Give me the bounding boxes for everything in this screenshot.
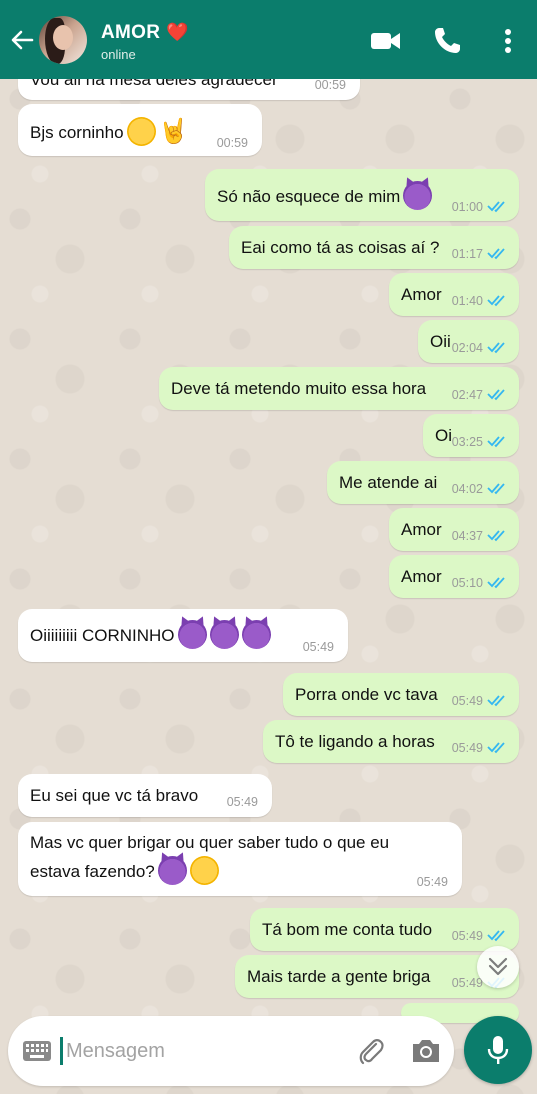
message-outgoing[interactable]: Amor 05:10 (389, 555, 519, 598)
message-text: Tô te ligando a horas (275, 732, 435, 751)
mic-icon (487, 1036, 509, 1064)
message-outgoing[interactable]: Oi 03:25 (423, 414, 519, 457)
more-vert-icon[interactable] (491, 24, 525, 58)
message-time: 04:37 (451, 529, 483, 543)
message-text: Amor (401, 567, 442, 586)
message-text: Me atende ai (339, 473, 438, 492)
attach-icon[interactable] (356, 1036, 386, 1066)
message-outgoing[interactable]: Tá bom me conta tudo 05:49 (250, 908, 519, 951)
heart-emoji: ❤️ (166, 22, 189, 42)
contact-avatar[interactable] (39, 16, 87, 64)
voice-message-button[interactable] (464, 1016, 532, 1084)
camera-icon[interactable] (409, 1036, 443, 1066)
kissing-face-emoji (126, 117, 156, 146)
double-check-icon (487, 695, 505, 707)
message-time: 05:49 (416, 875, 448, 889)
video-call-icon[interactable] (369, 24, 403, 58)
double-check-icon (487, 930, 505, 942)
message-list[interactable]: Vou ali na mesa deles agradecer 00:59 Bj… (0, 0, 537, 1094)
double-chevron-down-icon (488, 957, 508, 976)
text-cursor (60, 1037, 63, 1065)
message-incoming[interactable]: Oiiiiiiiii CORNINHO 05:49 (18, 609, 348, 662)
message-text: Mais tarde a gente briga (247, 967, 431, 986)
message-time: 00:59 (216, 136, 248, 150)
double-check-icon (487, 295, 505, 307)
chat-header: AMOR ❤️ online (0, 0, 537, 79)
message-time: 02:47 (451, 388, 483, 402)
message-time: 00:59 (314, 78, 346, 92)
message-incoming[interactable]: Eu sei que vc tá bravo 05:49 (18, 774, 272, 817)
contact-name-text: AMOR (101, 22, 161, 43)
message-incoming[interactable]: Mas vc quer brigar ou quer saber tudo o … (18, 822, 462, 896)
keyboard-icon[interactable] (22, 1040, 52, 1062)
message-time: 05:49 (451, 694, 483, 708)
smiling-devil-emoji (177, 620, 207, 649)
message-time: 05:10 (451, 576, 483, 590)
message-time: 05:49 (451, 741, 483, 755)
message-time: 03:25 (451, 435, 483, 449)
back-arrow-icon[interactable] (8, 26, 36, 54)
message-text: Eu sei que vc tá bravo (30, 786, 199, 805)
message-time: 01:17 (451, 247, 483, 261)
message-text: Oi (435, 426, 452, 445)
message-outgoing[interactable]: Deve tá metendo muito essa hora 02:47 (159, 367, 519, 410)
message-time: 05:49 (226, 795, 258, 809)
smiling-devil-emoji (209, 620, 239, 649)
message-time: 05:49 (451, 929, 483, 943)
message-text: Eai como tá as coisas aí ? (241, 238, 440, 257)
message-outgoing[interactable]: Me atende ai 04:02 (327, 461, 519, 504)
message-time: 04:02 (451, 482, 483, 496)
message-outgoing[interactable]: Tô te ligando a horas 05:49 (263, 720, 519, 763)
message-text: Mas vc quer brigar ou quer saber tudo o … (30, 833, 390, 852)
smiling-devil-emoji (241, 620, 271, 649)
message-time: 01:40 (451, 294, 483, 308)
message-text: Tá bom me conta tudo (262, 920, 433, 939)
message-outgoing[interactable]: Amor 01:40 (389, 273, 519, 316)
message-composer (8, 1016, 454, 1086)
message-outgoing[interactable]: Amor 04:37 (389, 508, 519, 551)
double-check-icon (487, 248, 505, 260)
horns-hand-emoji: 🤘 (158, 118, 189, 145)
message-text: Amor (401, 520, 442, 539)
avatar-face (53, 25, 73, 50)
message-time: 01:00 (451, 200, 483, 214)
message-incoming[interactable]: Bjs corninho 🤘 00:59 (18, 104, 262, 156)
message-text: Oiiiiiiiii CORNINHO (30, 620, 271, 651)
message-text: Porra onde vc tava (295, 685, 438, 704)
message-outgoing[interactable]: Porra onde vc tava 05:49 (283, 673, 519, 716)
contact-name[interactable]: AMOR ❤️ (101, 22, 189, 44)
double-check-icon (487, 483, 505, 495)
message-input[interactable] (66, 1034, 346, 1068)
double-check-icon (487, 389, 505, 401)
smiling-devil-emoji (403, 181, 433, 210)
double-check-icon (487, 530, 505, 542)
scroll-to-bottom-button[interactable] (477, 946, 519, 988)
message-text: Bjs corninho 🤘 (30, 117, 189, 146)
message-outgoing[interactable]: Só não esquece de mim 01:00 (205, 169, 519, 221)
message-text: Amor (401, 285, 442, 304)
message-text: Só não esquece de mim (217, 181, 433, 212)
message-text: Oii (430, 332, 451, 351)
smiling-devil-emoji (157, 856, 187, 885)
double-check-icon (487, 342, 505, 354)
message-outgoing[interactable]: Eai como tá as coisas aí ? 01:17 (229, 226, 519, 269)
phone-icon[interactable] (430, 24, 464, 58)
double-check-icon (487, 201, 505, 213)
drooling-face-emoji (189, 856, 219, 885)
double-check-icon (487, 436, 505, 448)
message-time: 02:04 (451, 341, 483, 355)
double-check-icon (487, 577, 505, 589)
message-text: estava fazendo? (30, 856, 219, 887)
double-check-icon (487, 742, 505, 754)
message-outgoing[interactable]: Oii 02:04 (418, 320, 519, 363)
contact-status: online (101, 47, 136, 62)
message-time: 05:49 (302, 640, 334, 654)
message-text: Deve tá metendo muito essa hora (171, 379, 427, 398)
